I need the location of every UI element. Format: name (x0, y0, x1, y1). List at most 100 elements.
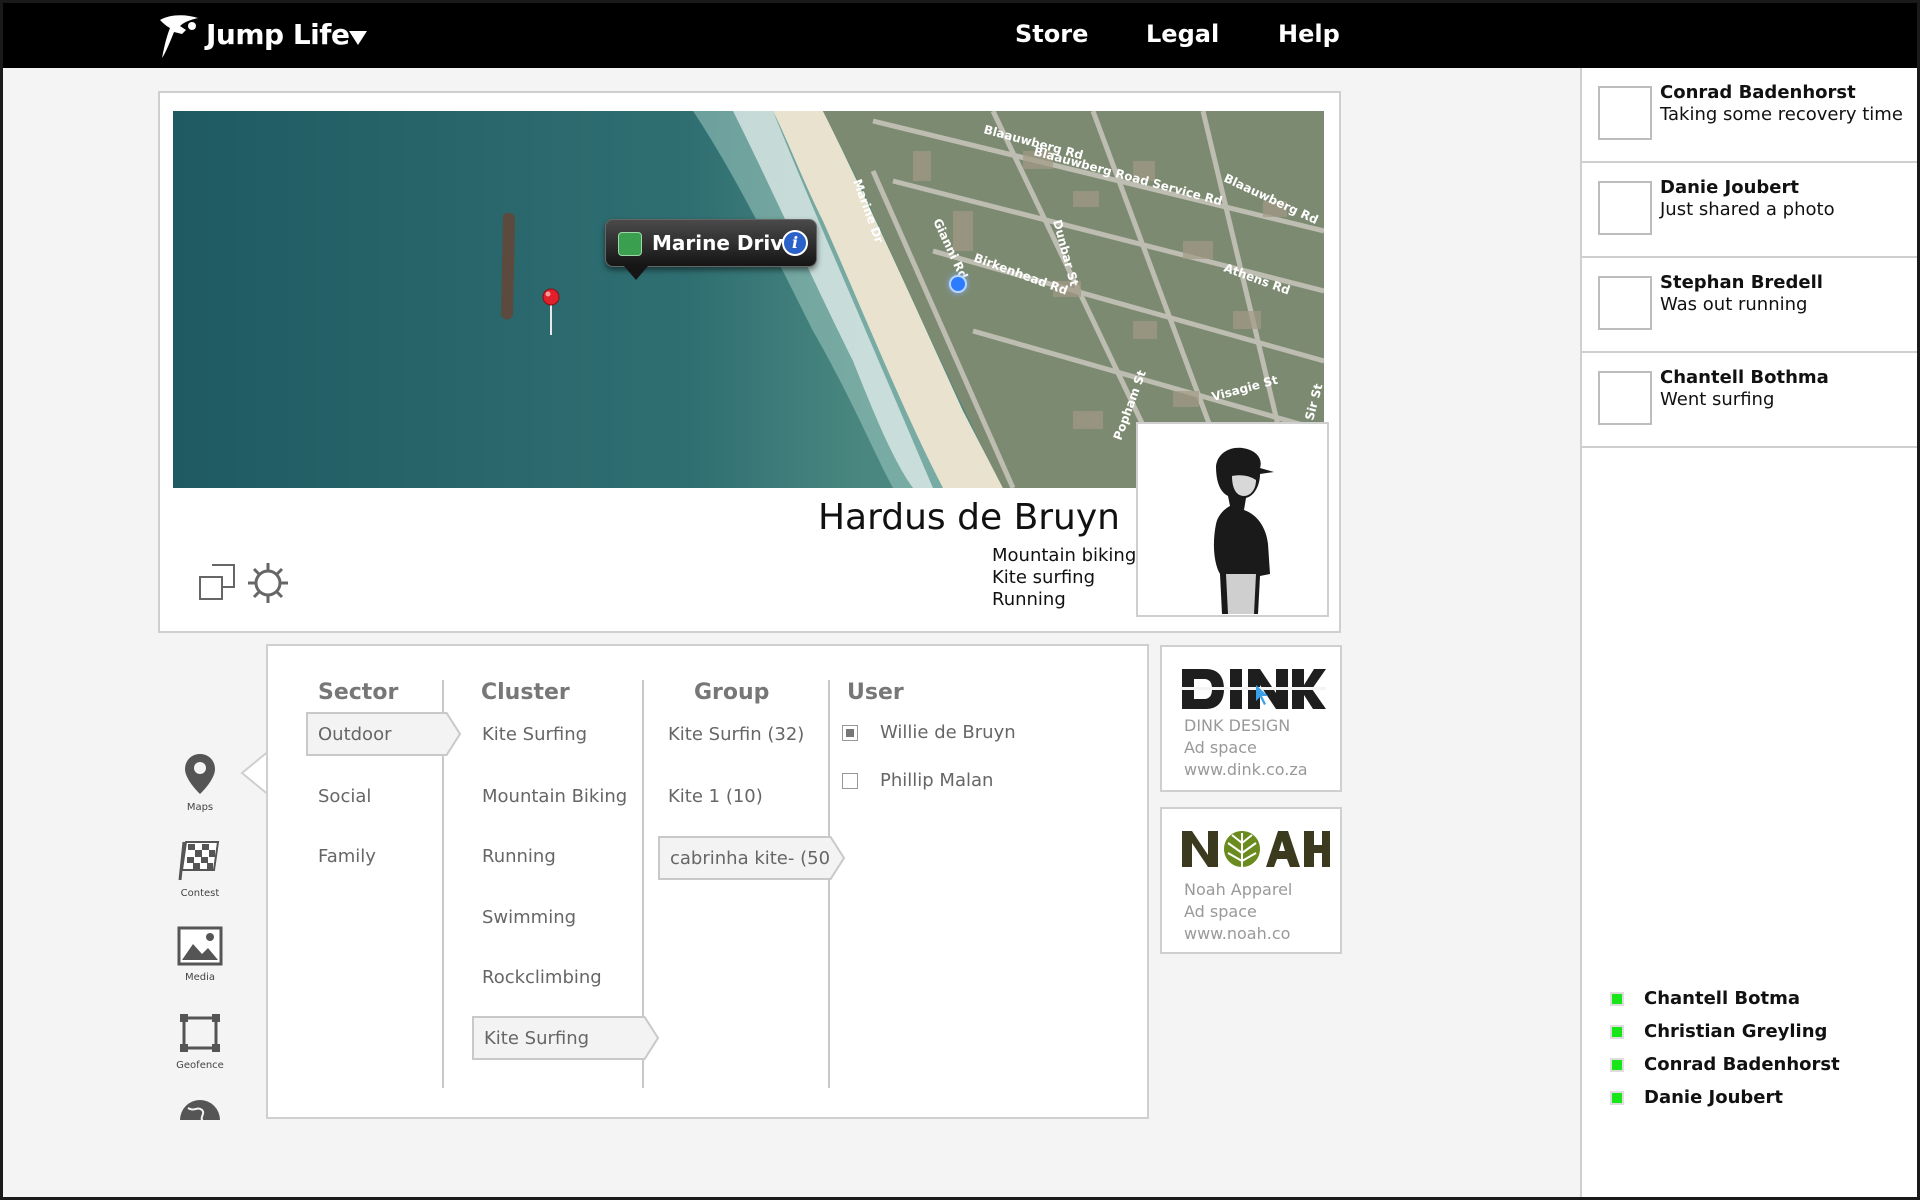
selected-arrow-icon (446, 712, 462, 756)
rail-contest[interactable]: Contest (172, 838, 228, 899)
feed-thumbnail[interactable] (1598, 181, 1652, 235)
chevron-down-icon[interactable] (348, 30, 368, 46)
rail-media-label: Media (184, 972, 216, 983)
group-item[interactable]: Kite Surfin (32) (668, 724, 804, 745)
group-item[interactable]: Kite 1 (10) (668, 786, 763, 807)
geofence-icon (180, 1014, 220, 1052)
nav-help-link[interactable]: Help (1278, 20, 1340, 48)
online-status-icon (1610, 1058, 1624, 1072)
brand-name[interactable]: Jump Life (206, 18, 350, 51)
group-header: Group (694, 680, 770, 705)
profile-avatar[interactable] (1136, 422, 1329, 617)
online-status-icon (1610, 1025, 1624, 1039)
feed-status: Went surfing (1660, 389, 1775, 410)
ad-url[interactable]: www.noah.co (1184, 923, 1292, 945)
cluster-header: Cluster (481, 680, 570, 705)
map-pin-icon[interactable] (539, 287, 563, 337)
ad-space-label: Ad space (1184, 738, 1257, 757)
nav-store-link[interactable]: Store (1015, 20, 1088, 48)
jumper-logo-icon[interactable] (156, 12, 200, 60)
selected-arrow-icon (644, 1016, 660, 1060)
ad-company: Noah Apparel (1184, 880, 1293, 899)
online-user-name: Chantell Botma (1644, 988, 1800, 1009)
category-browser: Sector Cluster Group User Outdoor Social… (266, 644, 1149, 1119)
feed-user-name[interactable]: Stephan Bredell (1660, 272, 1823, 293)
rail-media[interactable]: Media (172, 926, 228, 983)
ad-dink-text: DINK DESIGN Ad space www.dink.co.za (1184, 715, 1308, 781)
current-location-icon (949, 275, 967, 293)
feed-item[interactable]: Stephan Bredell Was out running (1582, 258, 1920, 353)
feed-status: Was out running (1660, 294, 1808, 315)
nav-legal-link[interactable]: Legal (1146, 20, 1219, 48)
group-item-selected[interactable]: cabrinha kite- (50) (658, 836, 846, 880)
activity-item: Mountain biking (992, 545, 1137, 566)
cluster-item-swimming[interactable]: Swimming (482, 907, 576, 928)
feed-thumbnail[interactable] (1598, 276, 1652, 330)
activity-item: Kite surfing (992, 567, 1096, 588)
gear-icon[interactable] (246, 561, 290, 605)
checkered-flag-icon (178, 841, 220, 881)
map-callout[interactable]: Marine Drive i (605, 219, 817, 280)
user-header: User (847, 680, 904, 705)
online-user-name: Christian Greyling (1644, 1021, 1828, 1042)
feed-user-name[interactable]: Conrad Badenhorst (1660, 82, 1856, 103)
resize-icon[interactable] (198, 563, 236, 601)
map-callout-title: Marine Drive (652, 231, 797, 255)
feed-thumbnail[interactable] (1598, 371, 1652, 425)
online-user-name: Danie Joubert (1644, 1087, 1783, 1108)
ad-space-label: Ad space (1184, 902, 1257, 921)
feed-status: Just shared a photo (1660, 199, 1835, 220)
rail-geofence[interactable]: Geofence (172, 1012, 228, 1071)
image-icon (177, 926, 223, 966)
feed-item[interactable]: Chantell Bothma Went surfing (1582, 353, 1920, 448)
cluster-item-kite-surfing[interactable]: Kite Surfing (482, 724, 587, 745)
sector-item-outdoor[interactable]: Outdoor (306, 712, 462, 756)
online-status-icon (1610, 992, 1624, 1006)
feed-user-name[interactable]: Danie Joubert (1660, 177, 1799, 198)
cluster-item-kite-surfing-selected[interactable]: Kite Surfing (472, 1016, 660, 1060)
globe-icon (180, 1100, 220, 1120)
selected-arrow-icon (830, 836, 846, 880)
profile-name: Hardus de Bruyn (817, 497, 1120, 538)
rail-geofence-label: Geofence (176, 1060, 224, 1071)
user-radio[interactable] (842, 773, 858, 789)
activity-sidebar: Conrad Badenhorst Taking some recovery t… (1580, 68, 1920, 1200)
car-icon (618, 232, 642, 256)
cluster-item-running[interactable]: Running (482, 846, 556, 867)
cluster-item-rockclimbing[interactable]: Rockclimbing (482, 967, 602, 988)
rail-maps-label: Maps (186, 802, 214, 813)
sector-item-social[interactable]: Social (318, 786, 371, 807)
online-status-icon (1610, 1091, 1624, 1105)
user-name: Willie de Bruyn (880, 722, 1016, 743)
top-navigation-bar: Jump Life Store Legal Help (0, 0, 1920, 68)
info-icon[interactable]: i (782, 230, 808, 256)
rail-globe[interactable] (172, 1098, 228, 1120)
activity-list: Mountain biking Kite surfing Running (992, 545, 1136, 611)
user-name: Phillip Malan (880, 770, 994, 791)
feed-item[interactable]: Danie Joubert Just shared a photo (1582, 163, 1920, 258)
ad-noah[interactable]: Noah Apparel Ad space www.noah.co (1160, 807, 1342, 954)
ad-url[interactable]: www.dink.co.za (1184, 759, 1308, 781)
avatar-person-image (1213, 447, 1274, 614)
feed-item[interactable]: Conrad Badenhorst Taking some recovery t… (1582, 68, 1920, 163)
activity-item: Running (992, 589, 1066, 610)
user-radio-checked[interactable] (842, 725, 858, 741)
feed-thumbnail[interactable] (1598, 86, 1652, 140)
ad-noah-text: Noah Apparel Ad space www.noah.co (1184, 879, 1292, 945)
map-marker-icon (185, 754, 215, 794)
ad-company: DINK DESIGN (1184, 716, 1291, 735)
sector-item-family[interactable]: Family (318, 846, 376, 867)
group-item-label: cabrinha kite- (50) (670, 848, 838, 869)
feed-user-name[interactable]: Chantell Bothma (1660, 367, 1829, 388)
rail-maps[interactable]: Maps (172, 752, 228, 813)
cluster-item-mountain-biking[interactable]: Mountain Biking (482, 786, 627, 807)
rail-contest-label: Contest (180, 888, 220, 899)
dink-logo (1180, 669, 1326, 709)
sector-header: Sector (318, 680, 399, 705)
column-divider (828, 680, 830, 1088)
online-user-name: Conrad Badenhorst (1644, 1054, 1840, 1075)
noah-logo (1182, 831, 1330, 867)
ad-dink[interactable]: DINK DESIGN Ad space www.dink.co.za (1160, 645, 1342, 792)
cluster-item-label: Kite Surfing (484, 1028, 590, 1049)
feed-status: Taking some recovery time (1660, 104, 1903, 125)
